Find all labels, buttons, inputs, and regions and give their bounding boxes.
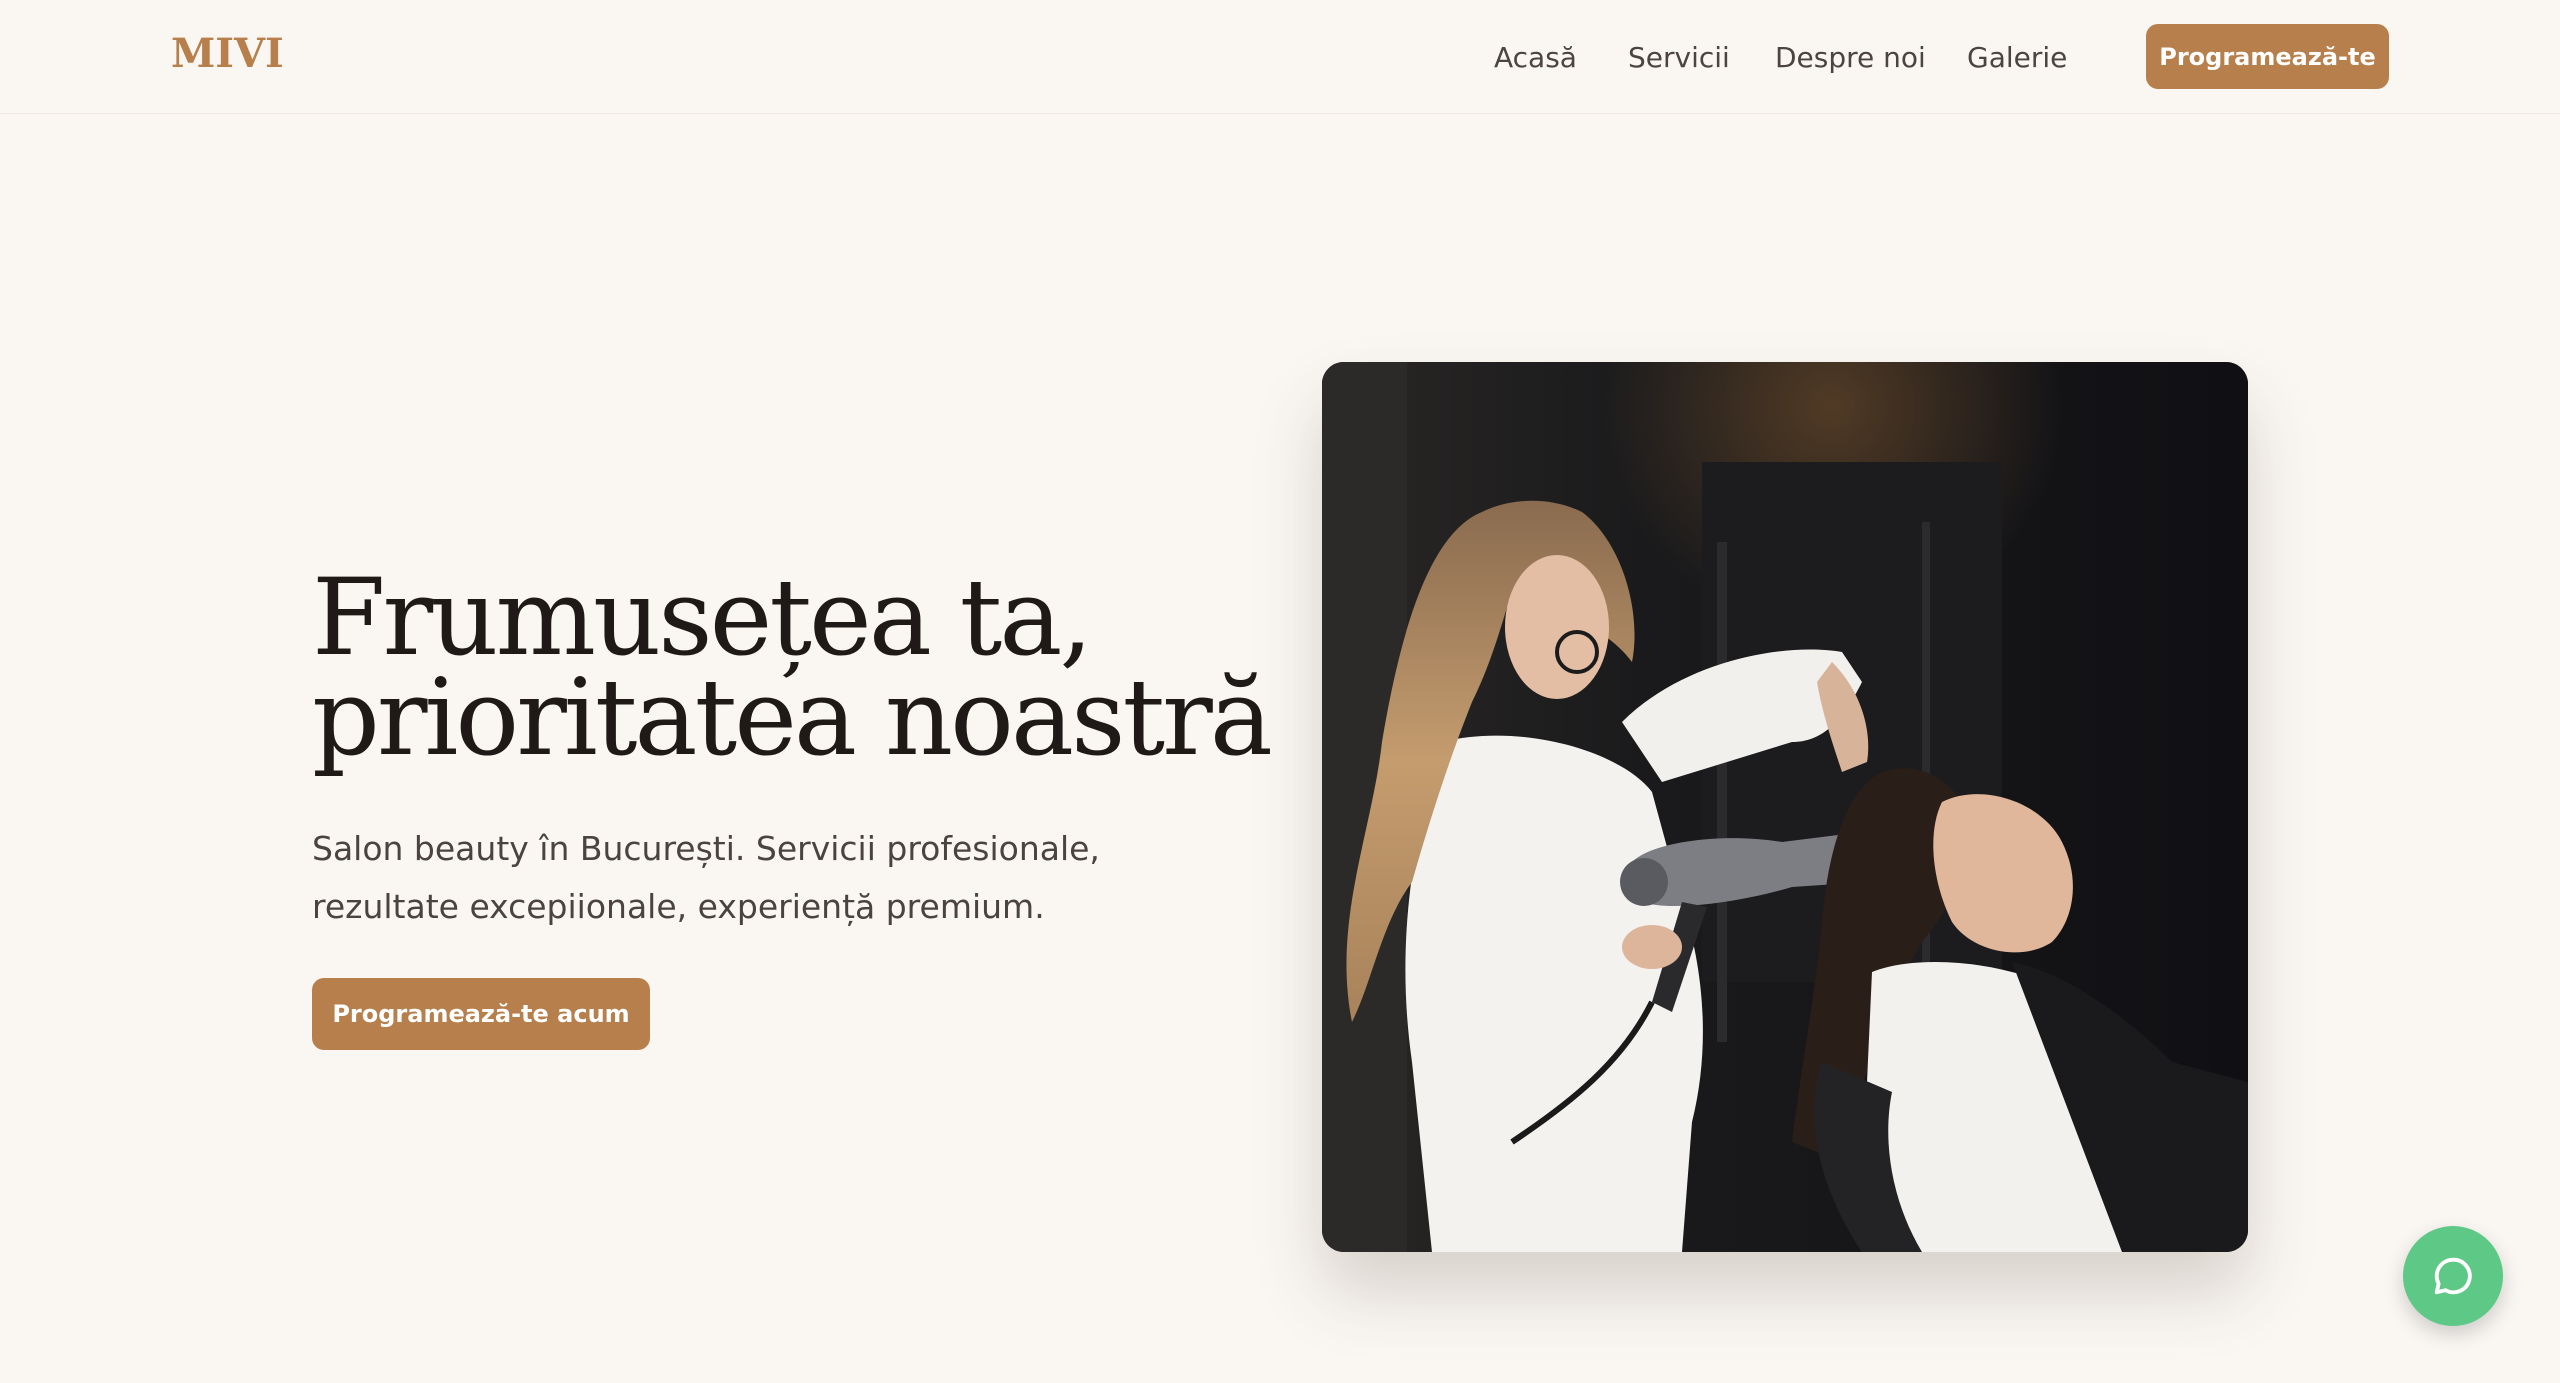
nav-item-galerie[interactable]: Galerie [1967, 38, 2067, 78]
book-appointment-button[interactable]: Programează-te [2146, 24, 2389, 89]
nav-item-servicii[interactable]: Servicii [1628, 38, 1730, 78]
logo[interactable]: MIVI [171, 30, 284, 77]
chat-button[interactable] [2403, 1226, 2503, 1326]
book-now-button[interactable]: Programează-te acum [312, 978, 650, 1050]
site-header: MIVI Acasă Servicii Despre noi Galerie P… [0, 0, 2560, 114]
hero-photo [1322, 362, 2248, 1252]
hero-title-line-1: Frumusețea ta, [312, 556, 1093, 679]
hero-title: Frumusețea ta, prioritatea noastră [312, 556, 1273, 779]
nav-item-despre-noi[interactable]: Despre noi [1775, 38, 1926, 78]
nav-item-acasa[interactable]: Acasă [1494, 38, 1577, 78]
hero-subtitle: Salon beauty în București. Servicii prof… [312, 829, 1100, 926]
chat-bubble-icon [2434, 1257, 2472, 1295]
hero-title-line-2: prioritatea noastră [312, 656, 1273, 779]
